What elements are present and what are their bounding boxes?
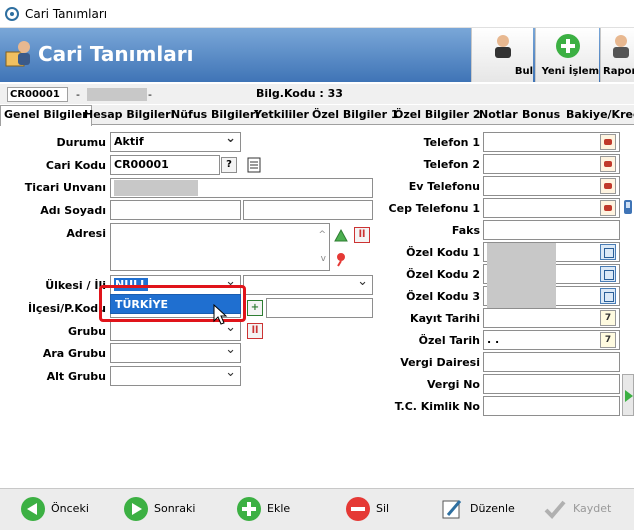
tab-hesap-bilgileri[interactable]: Hesap Bilgileri [84, 107, 174, 124]
cep-telefonu-label: Cep Telefonu 1 [388, 202, 480, 215]
phone-icon[interactable] [600, 134, 616, 150]
page-title: Cari Tanımları [38, 42, 194, 66]
phone-icon[interactable] [600, 200, 616, 216]
tc-kimlik-label: T.C. Kimlik No [394, 400, 480, 413]
app-icon [5, 7, 19, 21]
users-icon [5, 41, 30, 67]
cari-kodu-label: Cari Kodu [45, 159, 106, 172]
vergi-no-input[interactable] [483, 374, 620, 394]
ticari-unvani-input[interactable] [110, 178, 373, 198]
tc-kimlik-input[interactable] [483, 396, 620, 416]
tab-ozel-bilgiler-2[interactable]: Özel Bilgiler 2 [394, 107, 481, 124]
document-icon[interactable] [247, 157, 261, 173]
adi-soyadi-label: Adı Soyadı [40, 204, 106, 217]
calendar-icon[interactable]: 7 [600, 310, 616, 326]
tab-bakiye-kredi[interactable]: Bakiye/Kredi [566, 107, 634, 124]
onceki-button[interactable]: Önceki [21, 497, 101, 521]
ozel-kodu-3-label: Özel Kodu 3 [406, 290, 480, 303]
cari-kodu-input[interactable]: CR00001 [110, 155, 220, 175]
faks-input[interactable] [483, 220, 620, 240]
tab-genel-bilgiler[interactable]: Genel Bilgiler [0, 105, 92, 126]
phone-icon[interactable] [600, 178, 616, 194]
checkmark-icon [544, 500, 566, 519]
mouse-cursor-icon [213, 304, 228, 325]
window-titlebar: Cari Tanımları [0, 0, 634, 28]
vergi-dairesi-label: Vergi Dairesi [400, 356, 480, 369]
alt-grubu-label: Alt Grubu [46, 370, 106, 383]
ozel-tarih-label: Özel Tarih [418, 334, 480, 347]
tab-yetkililer[interactable]: Yetkililer [254, 107, 309, 124]
pause-icon-2[interactable]: ll [247, 323, 263, 339]
ulkesi-ili-label: Ülkesi / İli [45, 279, 106, 292]
ticari-unvani-label: Ticari Unvanı [24, 181, 106, 194]
tab-ozel-bilgiler-1[interactable]: Özel Bilgiler 1 [312, 107, 399, 124]
adresi-label: Adresi [66, 227, 106, 240]
map-icon[interactable] [333, 227, 349, 243]
ara-grubu-select[interactable] [110, 343, 241, 363]
phone-icon[interactable] [600, 156, 616, 172]
lookup-icon[interactable] [600, 266, 616, 282]
faks-label: Faks [451, 224, 480, 237]
telefon-2-label: Telefon 2 [423, 158, 480, 171]
window-title: Cari Tanımları [25, 7, 108, 21]
ozel-kodu-1-label: Özel Kodu 1 [406, 246, 480, 259]
tab-bonus[interactable]: Bonus [522, 107, 560, 124]
ili-select[interactable] [243, 275, 373, 295]
grubu-label: Grubu [68, 325, 106, 338]
yeni-islem-button[interactable]: Yeni İşlem [535, 28, 599, 82]
search-user-icon [494, 35, 511, 58]
duzenle-button[interactable]: Düzenle [440, 497, 520, 521]
separator: - [76, 88, 80, 101]
alt-grubu-select[interactable] [110, 366, 241, 386]
mobile-icon[interactable] [622, 199, 634, 215]
arrow-right-icon [124, 497, 148, 521]
adi-input[interactable] [110, 200, 241, 220]
pin-icon[interactable] [333, 251, 349, 267]
lookup-icon[interactable] [600, 244, 616, 260]
edit-icon [442, 500, 462, 519]
lookup-icon[interactable] [600, 288, 616, 304]
tab-nufus-bilgileri[interactable]: Nüfus Bilgileri [171, 107, 259, 124]
plus-icon [555, 34, 580, 58]
sil-button[interactable]: Sil [346, 497, 406, 521]
sonraki-button[interactable]: Sonraki [124, 497, 204, 521]
bul-button[interactable]: Bul [471, 28, 533, 82]
tab-notlar[interactable]: Notlar [479, 107, 518, 124]
ara-grubu-label: Ara Grubu [42, 347, 106, 360]
posta-kodu-input[interactable] [266, 298, 373, 318]
ozel-kodu-2-label: Özel Kodu 2 [406, 268, 480, 281]
scroll-down-icon[interactable]: v [321, 250, 326, 268]
bilg-kodu: Bilg.Kodu : 33 [256, 87, 343, 100]
arrow-left-icon [21, 497, 45, 521]
ev-telefonu-label: Ev Telefonu [408, 180, 480, 193]
vergi-no-label: Vergi No [426, 378, 480, 391]
redacted-value [114, 180, 198, 196]
scroll-up-icon[interactable]: ^ [318, 226, 326, 244]
cari-kodu-help-button[interactable]: ? [221, 157, 237, 173]
soyadi-input[interactable] [243, 200, 373, 220]
side-arrow-button[interactable] [622, 374, 634, 416]
ilcesi-pkodu-label: İlçesi/P.Kodu [28, 302, 106, 315]
pause-icon[interactable]: ll [354, 227, 370, 243]
durumu-label: Durumu [56, 136, 106, 149]
durumu-select[interactable]: Aktif [110, 132, 241, 152]
record-code: CR00001 [7, 87, 68, 102]
report-user-icon [613, 35, 629, 58]
plus-icon [237, 497, 261, 521]
minus-icon [346, 497, 370, 521]
ekle-button[interactable]: Ekle [237, 497, 307, 521]
raporla-button[interactable]: Raporla [600, 28, 634, 82]
telefon-1-label: Telefon 1 [423, 136, 480, 149]
adresi-textarea[interactable]: ^ v [110, 223, 330, 271]
add-icon[interactable]: + [247, 300, 263, 316]
kaydet-button[interactable]: Kaydet [543, 497, 623, 521]
calendar-icon[interactable]: 7 [600, 332, 616, 348]
arrow-right-icon [625, 390, 633, 402]
kayit-tarihi-label: Kayıt Tarihi [410, 312, 480, 325]
vergi-dairesi-input[interactable] [483, 352, 620, 372]
redacted-name [87, 88, 147, 101]
separator: - [148, 88, 152, 101]
